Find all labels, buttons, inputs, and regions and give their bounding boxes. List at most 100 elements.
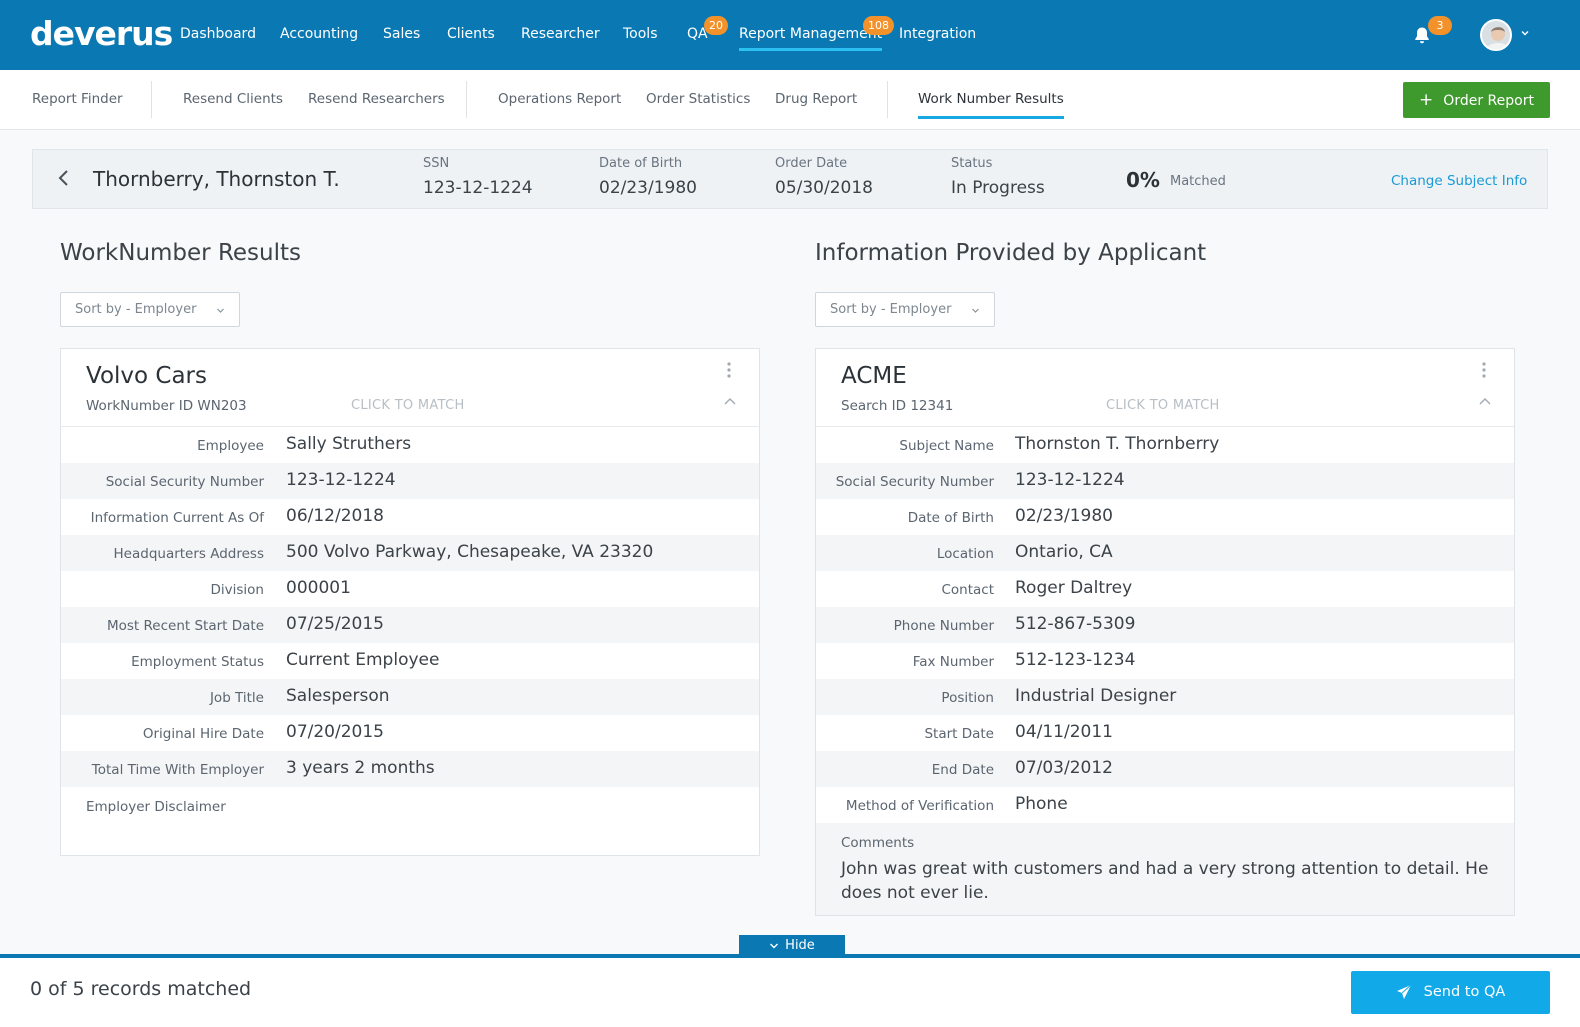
more-vertical-icon[interactable] bbox=[721, 361, 737, 379]
records-matched-count: 0 of 5 records matched bbox=[30, 978, 252, 1000]
field-row: Subject Name Thornston T. Thornberry bbox=[816, 427, 1514, 463]
user-avatar-image bbox=[1482, 21, 1510, 49]
employer-disclaimer: Employer Disclaimer bbox=[61, 787, 759, 855]
nav-researcher[interactable]: Researcher bbox=[521, 26, 600, 42]
chevron-left-icon[interactable] bbox=[53, 167, 75, 189]
field-row: Date of Birth 02/23/1980 bbox=[816, 499, 1514, 535]
notifications-count-badge: 3 bbox=[1428, 16, 1452, 35]
field-row: Location Ontario, CA bbox=[816, 535, 1514, 571]
field-row: Method of Verification Phone bbox=[816, 787, 1514, 823]
field-value: 000001 bbox=[286, 578, 351, 598]
order-report-button[interactable]: + Order Report bbox=[1403, 82, 1550, 118]
order-date-value: 05/30/2018 bbox=[775, 178, 873, 198]
field-label: Information Current As Of bbox=[90, 510, 264, 526]
order-report-label: Order Report bbox=[1443, 93, 1534, 109]
employer-name: ACME bbox=[841, 363, 907, 389]
subnav-resend-researchers[interactable]: Resend Researchers bbox=[308, 91, 445, 107]
right-sort-dropdown[interactable]: Sort by - Employer bbox=[815, 292, 995, 327]
field-row: Original Hire Date 07/20/2015 bbox=[61, 715, 759, 751]
user-avatar[interactable] bbox=[1480, 19, 1512, 51]
field-value: 500 Volvo Parkway, Chesapeake, VA 23320 bbox=[286, 542, 654, 562]
subnav-divider bbox=[151, 81, 152, 118]
order-date-label: Order Date bbox=[775, 156, 848, 171]
field-value: Ontario, CA bbox=[1015, 542, 1113, 562]
subnav-operations-report[interactable]: Operations Report bbox=[498, 91, 621, 107]
field-label: End Date bbox=[931, 762, 994, 778]
field-value: 123-12-1224 bbox=[1015, 470, 1125, 490]
app-logo[interactable]: deverus bbox=[30, 14, 173, 53]
nav-accounting[interactable]: Accounting bbox=[280, 26, 358, 42]
field-value: 3 years 2 months bbox=[286, 758, 435, 778]
field-label: Total Time With Employer bbox=[91, 762, 264, 778]
ssn-value: 123-12-1224 bbox=[423, 178, 533, 198]
field-value: 512-123-1234 bbox=[1015, 650, 1136, 670]
field-value: 07/03/2012 bbox=[1015, 758, 1113, 778]
applicant-info-title: Information Provided by Applicant bbox=[815, 240, 1207, 266]
card-header: ACME Search ID 12341 CLICK TO MATCH bbox=[816, 349, 1514, 427]
subnav-report-finder[interactable]: Report Finder bbox=[32, 91, 123, 107]
report-management-count-badge: 108 bbox=[863, 16, 894, 35]
field-row: Social Security Number 123-12-1224 bbox=[816, 463, 1514, 499]
chevron-down-icon bbox=[217, 308, 224, 313]
nav-report-management[interactable]: Report Management bbox=[739, 26, 883, 51]
worknumber-results-title: WorkNumber Results bbox=[60, 240, 301, 266]
subnav-order-statistics[interactable]: Order Statistics bbox=[646, 91, 750, 107]
chevron-up-icon[interactable] bbox=[1478, 397, 1492, 407]
field-row: Information Current As Of 06/12/2018 bbox=[61, 499, 759, 535]
field-label: Employment Status bbox=[131, 654, 264, 670]
change-subject-info-link[interactable]: Change Subject Info bbox=[1391, 173, 1527, 189]
field-label: Job Title bbox=[209, 690, 264, 706]
chevron-down-icon[interactable] bbox=[1520, 28, 1530, 38]
worknumber-record-card: Volvo Cars WorkNumber ID WN203 CLICK TO … bbox=[60, 348, 760, 856]
applicant-record-card: ACME Search ID 12341 CLICK TO MATCH Subj… bbox=[815, 348, 1515, 916]
click-to-match-button[interactable]: CLICK TO MATCH bbox=[351, 398, 465, 413]
employer-name: Volvo Cars bbox=[86, 363, 207, 389]
field-row: End Date 07/03/2012 bbox=[816, 751, 1514, 787]
field-label: Fax Number bbox=[912, 654, 994, 670]
bottom-action-bar: 0 of 5 records matched Send to QA bbox=[0, 954, 1580, 1027]
nav-tools[interactable]: Tools bbox=[623, 26, 658, 42]
field-label: Social Security Number bbox=[835, 474, 994, 490]
field-row: Division 000001 bbox=[61, 571, 759, 607]
nav-clients[interactable]: Clients bbox=[447, 26, 495, 42]
worknumber-id: WorkNumber ID WN203 bbox=[86, 398, 247, 414]
field-label: Phone Number bbox=[893, 618, 994, 634]
subnav-work-number-results[interactable]: Work Number Results bbox=[918, 91, 1064, 119]
click-to-match-button[interactable]: CLICK TO MATCH bbox=[1106, 398, 1220, 413]
field-value: 04/11/2011 bbox=[1015, 722, 1113, 742]
dob-label: Date of Birth bbox=[599, 156, 683, 171]
chevron-up-icon[interactable] bbox=[723, 397, 737, 407]
field-value: Sally Struthers bbox=[286, 434, 412, 454]
comments-label: Comments bbox=[841, 835, 915, 851]
field-label: Headquarters Address bbox=[113, 546, 264, 562]
hide-label: Hide bbox=[785, 938, 815, 953]
subnav-drug-report[interactable]: Drug Report bbox=[775, 91, 857, 107]
nav-integration[interactable]: Integration bbox=[899, 26, 976, 42]
more-vertical-icon[interactable] bbox=[1476, 361, 1492, 379]
card-header: Volvo Cars WorkNumber ID WN203 CLICK TO … bbox=[61, 349, 759, 427]
field-label: Division bbox=[210, 582, 265, 598]
send-to-qa-button[interactable]: Send to QA bbox=[1351, 971, 1550, 1014]
send-to-qa-label: Send to QA bbox=[1423, 984, 1506, 1000]
field-label: Contact bbox=[941, 582, 994, 598]
match-label: Matched bbox=[1170, 174, 1226, 189]
field-label: Social Security Number bbox=[105, 474, 264, 490]
chevron-down-icon bbox=[972, 308, 979, 313]
nav-dashboard[interactable]: Dashboard bbox=[180, 26, 256, 42]
field-row: Social Security Number 123-12-1224 bbox=[61, 463, 759, 499]
field-value: 512-867-5309 bbox=[1015, 614, 1136, 634]
search-id: Search ID 12341 bbox=[841, 398, 954, 414]
field-row: Headquarters Address 500 Volvo Parkway, C… bbox=[61, 535, 759, 571]
subnav-resend-clients[interactable]: Resend Clients bbox=[183, 91, 283, 107]
field-value: 07/20/2015 bbox=[286, 722, 384, 742]
hide-panel-toggle[interactable]: Hide bbox=[739, 935, 845, 957]
field-value: 07/25/2015 bbox=[286, 614, 384, 634]
field-row: Phone Number 512-867-5309 bbox=[816, 607, 1514, 643]
left-sort-dropdown[interactable]: Sort by - Employer bbox=[60, 292, 240, 327]
field-label: Date of Birth bbox=[907, 510, 994, 526]
field-row: Job Title Salesperson bbox=[61, 679, 759, 715]
field-label: Employee bbox=[197, 438, 264, 454]
nav-sales[interactable]: Sales bbox=[383, 26, 420, 42]
field-row: Employee Sally Struthers bbox=[61, 427, 759, 463]
status-label: Status bbox=[951, 156, 993, 171]
